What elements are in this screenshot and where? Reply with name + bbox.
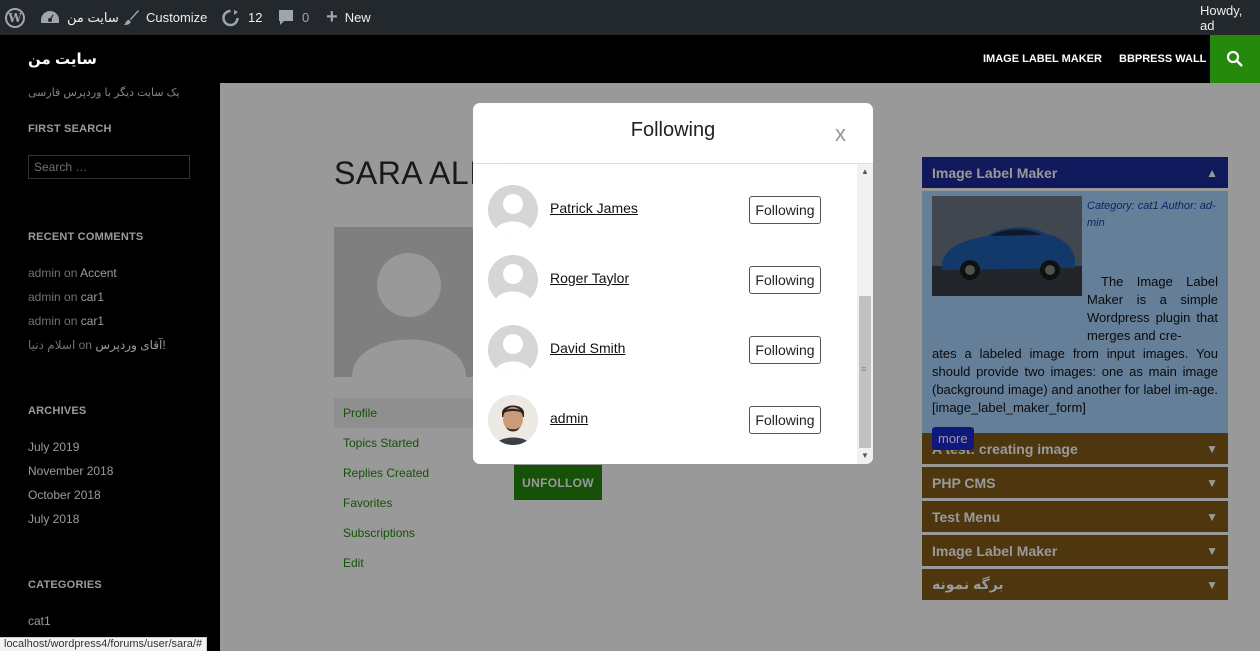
scroll-up-arrow-icon[interactable]: ▲ [861, 167, 869, 176]
howdy-label: Howdy, ad [1200, 2, 1243, 33]
brush-icon [124, 9, 139, 25]
browser-status-bar: localhost/wordpress4/forums/user/sara/# [0, 637, 208, 651]
nav-bbpress-wall[interactable]: BBPRESS WALL [1119, 35, 1206, 83]
list-item: Roger Taylor Following [473, 245, 857, 315]
list-item: Patrick James Following [473, 175, 857, 245]
plus-icon: + [326, 6, 338, 28]
site-header: سایت من IMAGE LABEL MAKER BBPRESS WALL [0, 35, 1260, 83]
user-link[interactable]: Patrick James [550, 200, 638, 216]
scroll-down-arrow-icon[interactable]: ▼ [861, 451, 869, 460]
following-modal: Following x Patrick James Following Roge… [473, 103, 873, 464]
avatar [488, 395, 538, 445]
user-link[interactable]: Roger Taylor [550, 270, 629, 286]
comment-icon [279, 10, 293, 25]
updates-icon [222, 9, 239, 26]
site-name-label: سایت من [67, 9, 119, 25]
list-item [473, 164, 857, 175]
following-button[interactable]: Following [749, 266, 821, 294]
customize-label: Customize [146, 10, 208, 25]
following-button[interactable]: Following [749, 196, 821, 224]
following-list[interactable]: Patrick James Following Roger Taylor Fol… [473, 164, 857, 464]
list-item: David Smith Following [473, 315, 857, 385]
updates-button[interactable]: 12 [221, 0, 262, 35]
comments-button[interactable]: 0 [277, 0, 309, 35]
avatar [488, 325, 538, 375]
scrollbar-thumb[interactable]: ≡ [859, 296, 871, 448]
admin-bar-site-name[interactable]: سایت من [40, 0, 119, 35]
avatar [488, 164, 538, 165]
avatar [488, 185, 538, 235]
account-menu[interactable]: Howdy, ad [1200, 0, 1260, 35]
new-content-button[interactable]: + New [326, 0, 371, 35]
search-toggle-button[interactable] [1210, 35, 1260, 83]
site-title[interactable]: سایت من [28, 50, 97, 68]
comments-count: 0 [302, 10, 310, 25]
customize-button[interactable]: Customize [122, 0, 207, 35]
modal-scrollbar[interactable]: ▲ ≡ ▼ [857, 164, 873, 464]
dashboard-icon [41, 10, 59, 23]
modal-title: Following [630, 119, 716, 141]
following-button[interactable]: Following [749, 336, 821, 364]
wordpress-logo-icon[interactable]: W [5, 0, 25, 35]
nav-image-label-maker[interactable]: IMAGE LABEL MAKER [983, 35, 1102, 83]
updates-count: 12 [248, 10, 263, 25]
list-item: admin Following [473, 385, 857, 455]
user-link[interactable]: admin [550, 410, 588, 426]
admin-bar: W سایت من Customize 12 0 + New Howdy, ad [0, 0, 1260, 35]
following-button[interactable]: Following [749, 406, 821, 434]
close-button[interactable]: x [835, 121, 846, 147]
new-label: New [344, 10, 371, 25]
search-icon [1226, 50, 1243, 67]
user-link[interactable]: David Smith [550, 340, 625, 356]
avatar [488, 255, 538, 305]
